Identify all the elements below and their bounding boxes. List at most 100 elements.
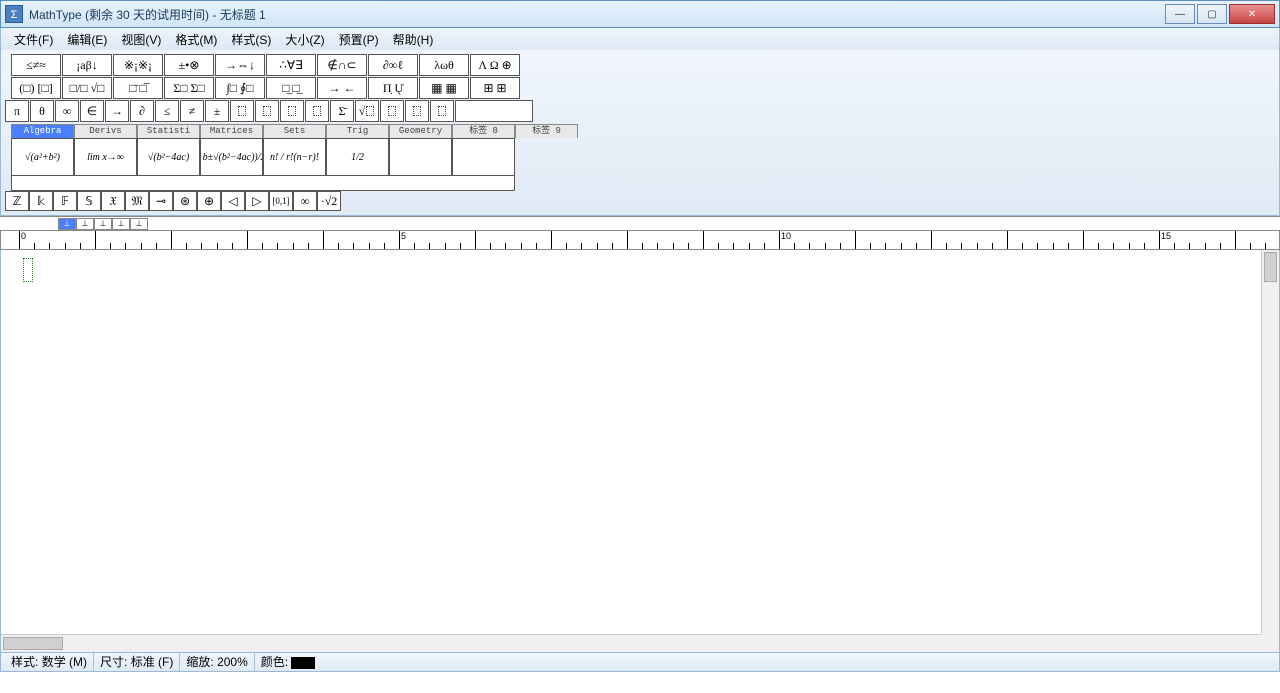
template-parens[interactable] [230,100,254,122]
status-zoom[interactable]: 缩放: 200% [180,653,254,671]
template-empty-2[interactable] [452,138,515,176]
sym-interval[interactable]: [0,1] [269,191,293,211]
arrow-symbols[interactable]: →⇔↓ [215,54,265,76]
window-title: MathType (剩余 30 天的试用时间) - 无标题 1 [29,6,1165,23]
template-slot-blank[interactable] [455,100,533,122]
greek-uppercase[interactable]: Λ Ω ⊕ [470,54,520,76]
palette-row-1: ≤≠≈ ¡aβ↓ ※¡※¡ ±•⊗ →⇔↓ ∴∀∃ ∉∩⊂ ∂∞ℓ λωθ Λ … [11,54,1275,76]
set-theory-symbols[interactable]: ∉∩⊂ [317,54,367,76]
ruler-mode-right[interactable]: ⊥ [94,218,112,230]
template-overbar[interactable] [305,100,329,122]
integral-templates[interactable]: ∫□ ∮□ [215,77,265,99]
template-combination[interactable]: n! / r!(n−r)! [263,138,326,176]
sym-k[interactable]: 𝕜 [29,191,53,211]
equation-editor[interactable] [1,250,1261,634]
symbol-leq[interactable]: ≤ [155,100,179,122]
template-limit[interactable]: lim x→∞ [74,138,137,176]
ruler-mode-decimal[interactable]: ⊥ [112,218,130,230]
box-templates[interactable]: ⊞ ⊞ [470,77,520,99]
sym-lollipop[interactable]: ⊸ [149,191,173,211]
tab-8[interactable]: 标签 8 [452,124,515,138]
close-button[interactable]: ✕ [1229,4,1275,24]
product-set-templates[interactable]: Π̣ Ų̇ [368,77,418,99]
fence-templates[interactable]: (□) [□] [11,77,61,99]
sym-m[interactable]: 𝔐 [125,191,149,211]
menu-size[interactable]: 大小(Z) [278,31,331,48]
vscroll-thumb[interactable] [1264,252,1277,282]
sym-circledast[interactable]: ⊛ [173,191,197,211]
template-slot-a[interactable] [380,100,404,122]
template-braces[interactable] [280,100,304,122]
template-brackets[interactable] [255,100,279,122]
template-discriminant[interactable]: √(b²−4ac) [137,138,200,176]
ruler-mode-bar[interactable]: ⊥ [130,218,148,230]
sym-root2[interactable]: ·√2 [317,191,341,211]
tab-sets[interactable]: Sets [263,124,326,138]
sym-tri-left[interactable]: ◁ [221,191,245,211]
fraction-radical-templates[interactable]: □/□ √□ [62,77,112,99]
menu-style[interactable]: 样式(S) [224,31,278,48]
tab-algebra[interactable]: Algebra [11,124,74,138]
tab-9[interactable]: 标签 9 [515,124,578,138]
symbol-infinity[interactable]: ∞ [55,100,79,122]
symbol-partial[interactable]: ∂ [130,100,154,122]
status-style[interactable]: 样式: 数学 (M) [5,653,94,671]
template-slot-c[interactable] [430,100,454,122]
operator-symbols[interactable]: ±•⊗ [164,54,214,76]
relational-symbols[interactable]: ≤≠≈ [11,54,61,76]
sym-infty[interactable]: ∞ [293,191,317,211]
spaces-ellipses[interactable]: ¡aβ↓ [62,54,112,76]
vertical-scrollbar[interactable] [1261,250,1279,634]
symbol-neq[interactable]: ≠ [180,100,204,122]
ruler[interactable]: 051015 [0,230,1280,250]
template-strip[interactable] [11,176,515,191]
matrix-templates[interactable]: ▦ ▦ [419,77,469,99]
template-half[interactable]: 1/2 [326,138,389,176]
menu-edit[interactable]: 编辑(E) [60,31,114,48]
misc-symbols[interactable]: ∂∞ℓ [368,54,418,76]
embellishments[interactable]: ※¡※¡ [113,54,163,76]
minimize-button[interactable]: — [1165,4,1195,24]
maximize-button[interactable]: ▢ [1197,4,1227,24]
symbol-pi[interactable]: π [5,100,29,122]
sym-oplus[interactable]: ⊕ [197,191,221,211]
menu-view[interactable]: 视图(V) [114,31,168,48]
sym-f[interactable]: 𝔽 [53,191,77,211]
hscroll-thumb[interactable] [3,637,63,650]
ruler-mode-left[interactable]: ⊥ [58,218,76,230]
tab-matrices[interactable]: Matrices [200,124,263,138]
symbol-element[interactable]: ∈ [80,100,104,122]
sym-s[interactable]: 𝕊 [77,191,101,211]
menu-file[interactable]: 文件(F) [7,31,60,48]
menu-help[interactable]: 帮助(H) [386,31,441,48]
template-quadratic[interactable]: (−b±√(b²−4ac))/2a [200,138,263,176]
tab-statistics[interactable]: Statisti [137,124,200,138]
tab-geometry[interactable]: Geometry [389,124,452,138]
template-empty-1[interactable] [389,138,452,176]
underbar-overbar-templates[interactable]: □̲ □̲ [266,77,316,99]
summation-templates[interactable]: Σ□ Σ□ [164,77,214,99]
greek-lowercase[interactable]: λωθ [419,54,469,76]
tab-trig[interactable]: Trig [326,124,389,138]
template-pythag[interactable]: √(a²+b²) [11,138,74,176]
editor-wrap [0,250,1280,652]
logical-symbols[interactable]: ∴∀∃ [266,54,316,76]
tab-derivs[interactable]: Derivs [74,124,137,138]
sym-z[interactable]: ℤ [5,191,29,211]
menu-format[interactable]: 格式(M) [168,31,224,48]
symbol-arrow[interactable]: → [105,100,129,122]
labeled-arrow-templates[interactable]: → ← [317,77,367,99]
symbol-theta[interactable]: θ [30,100,54,122]
sym-x[interactable]: 𝔛 [101,191,125,211]
subscript-superscript-templates[interactable]: □̄ □̅ [113,77,163,99]
ruler-mode-center[interactable]: ⊥ [76,218,94,230]
template-slot-b[interactable] [405,100,429,122]
status-size[interactable]: 尺寸: 标准 (F) [94,653,180,671]
horizontal-scrollbar[interactable] [1,634,1261,652]
template-sqrt[interactable]: √ [355,100,379,122]
sym-tri-right[interactable]: ▷ [245,191,269,211]
status-color[interactable]: 颜色: [255,653,322,671]
menu-preferences[interactable]: 预置(P) [332,31,386,48]
symbol-pm[interactable]: ± [205,100,229,122]
template-sum[interactable]: Σ̄ [330,100,354,122]
